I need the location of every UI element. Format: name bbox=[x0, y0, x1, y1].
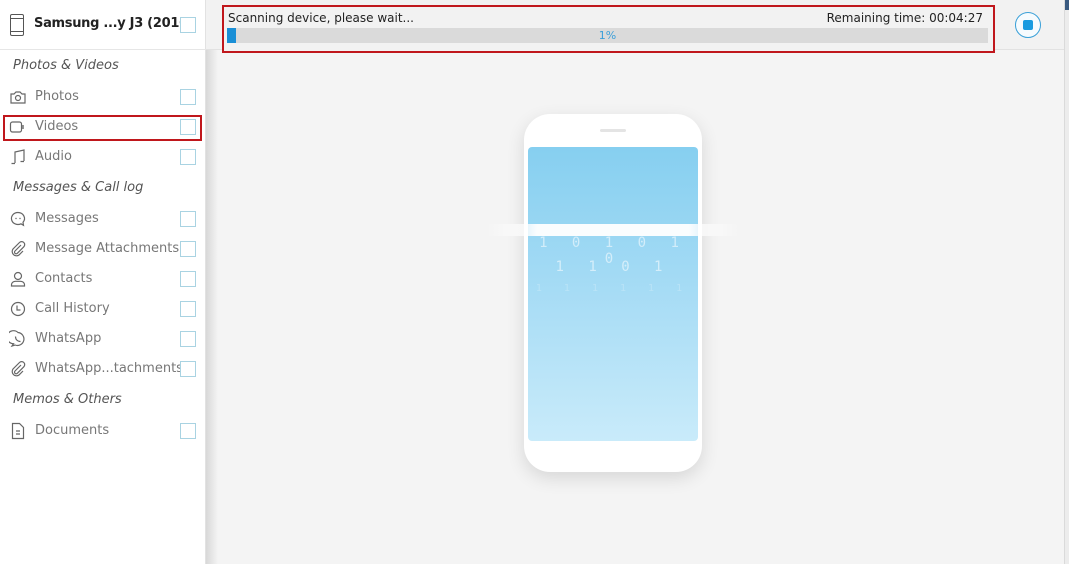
phone-icon bbox=[10, 14, 24, 36]
stop-scan-button[interactable] bbox=[1015, 12, 1041, 38]
binary-row: 1 1 0 1 bbox=[555, 259, 671, 275]
section-messages-call-log: Messages & Call log bbox=[13, 180, 144, 195]
sidebar-item-label: Photos bbox=[35, 89, 79, 104]
sidebar-item-whatsapp-attachments[interactable]: WhatsApp...tachments bbox=[0, 356, 206, 382]
phone-screen: 1 0 1 0 1 0 1 1 0 1 1 1 1 1 1 1 bbox=[528, 147, 698, 441]
sidebar-divider bbox=[206, 0, 218, 564]
device-row[interactable]: Samsung ...y J3 (2016) bbox=[0, 0, 206, 50]
paperclip-icon bbox=[11, 241, 26, 257]
progress-bar: 1% bbox=[227, 28, 988, 43]
chat-bubble-icon bbox=[10, 211, 26, 227]
camera-icon bbox=[10, 91, 26, 104]
message-attachments-checkbox[interactable] bbox=[180, 241, 196, 257]
sidebar-item-label: Message Attachments bbox=[35, 241, 180, 256]
scan-status-text: Scanning device, please wait... bbox=[228, 11, 414, 25]
person-icon bbox=[10, 271, 26, 287]
sidebar-item-photos[interactable]: Photos bbox=[0, 84, 206, 110]
photos-checkbox[interactable] bbox=[180, 89, 196, 105]
scan-line bbox=[486, 224, 740, 236]
sidebar: Samsung ...y J3 (2016) Photos & Videos P… bbox=[0, 0, 206, 564]
call-history-checkbox[interactable] bbox=[180, 301, 196, 317]
music-note-icon bbox=[11, 149, 25, 165]
device-name: Samsung ...y J3 (2016) bbox=[34, 16, 194, 31]
sidebar-item-label: Audio bbox=[35, 149, 72, 164]
phone-speaker bbox=[600, 129, 626, 132]
section-memos-others: Memos & Others bbox=[13, 392, 122, 407]
sidebar-item-label: Messages bbox=[35, 211, 99, 226]
messages-checkbox[interactable] bbox=[180, 211, 196, 227]
sidebar-item-messages[interactable]: Messages bbox=[0, 206, 206, 232]
sidebar-item-audio[interactable]: Audio bbox=[0, 144, 206, 170]
sidebar-item-documents[interactable]: Documents bbox=[0, 418, 206, 444]
clock-icon bbox=[10, 301, 26, 317]
sidebar-item-label: Call History bbox=[35, 301, 110, 316]
whatsapp-icon bbox=[9, 330, 25, 348]
section-photos-videos: Photos & Videos bbox=[13, 58, 119, 73]
sidebar-item-call-history[interactable]: Call History bbox=[0, 296, 206, 322]
document-icon bbox=[11, 422, 25, 440]
remaining-time: Remaining time: 00:04:27 bbox=[826, 11, 983, 25]
documents-checkbox[interactable] bbox=[180, 423, 196, 439]
sidebar-item-label: Documents bbox=[35, 423, 110, 438]
binary-row: 1 1 1 1 1 1 bbox=[535, 283, 691, 294]
progress-percent: 1% bbox=[598, 29, 617, 42]
videos-highlight-box bbox=[3, 115, 202, 141]
phone-illustration: 1 0 1 0 1 0 1 1 0 1 1 1 1 1 1 1 bbox=[524, 114, 702, 472]
paperclip-icon bbox=[11, 361, 26, 377]
scan-progress-panel: Scanning device, please wait... Remainin… bbox=[222, 5, 995, 53]
audio-checkbox[interactable] bbox=[180, 149, 196, 165]
sidebar-item-message-attachments[interactable]: Message Attachments bbox=[0, 236, 206, 262]
sidebar-item-label: WhatsApp...tachments bbox=[35, 361, 183, 376]
whatsapp-checkbox[interactable] bbox=[180, 331, 196, 347]
contacts-checkbox[interactable] bbox=[180, 271, 196, 287]
whatsapp-attachments-checkbox[interactable] bbox=[180, 361, 196, 377]
sidebar-item-label: WhatsApp bbox=[35, 331, 102, 346]
window-edge bbox=[1064, 0, 1069, 564]
device-checkbox[interactable] bbox=[180, 17, 196, 33]
sidebar-item-whatsapp[interactable]: WhatsApp bbox=[0, 326, 206, 352]
sidebar-item-label: Contacts bbox=[35, 271, 93, 286]
sidebar-item-contacts[interactable]: Contacts bbox=[0, 266, 206, 292]
